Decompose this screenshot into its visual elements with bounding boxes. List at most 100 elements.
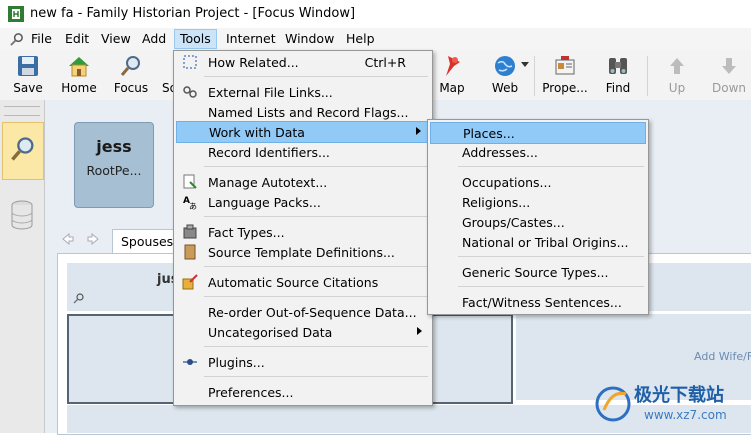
plugin-icon: [183, 359, 197, 365]
menu-item-places[interactable]: Places...: [430, 122, 646, 144]
submenu-arrow-icon: [417, 327, 422, 335]
menu-item-religions[interactable]: Religions...: [430, 192, 646, 212]
link-icon: [183, 86, 197, 98]
floppy-disk-icon: [18, 56, 38, 76]
person-card[interactable]: jess RootPe...: [74, 122, 154, 208]
home-label: Home: [61, 81, 97, 95]
web-label: Web: [491, 81, 519, 95]
template-icon: [184, 244, 196, 260]
menu-tools[interactable]: Tools: [174, 29, 217, 49]
tab-spouses[interactable]: Spouses: [112, 229, 178, 254]
web-button[interactable]: Web: [479, 50, 531, 100]
menu-file[interactable]: File: [26, 30, 57, 48]
menu-item-record-identifiers[interactable]: Record Identifiers...: [176, 142, 430, 162]
menu-item-label: Automatic Source Citations: [208, 275, 379, 290]
menu-item-language-packs[interactable]: Aあ Language Packs...: [176, 192, 430, 212]
menu-item-named-lists[interactable]: Named Lists and Record Flags...: [176, 102, 430, 122]
menu-item-reorder-data[interactable]: Re-order Out-of-Sequence Data...: [176, 302, 430, 322]
menu-item-uncategorised-data[interactable]: Uncategorised Data: [176, 322, 430, 342]
focus-label: Focus: [113, 81, 149, 95]
sidebar-item-focus[interactable]: [2, 122, 44, 180]
up-button[interactable]: Up: [651, 50, 703, 100]
menu-item-manage-autotext[interactable]: Manage Autotext...: [176, 172, 430, 192]
up-label: Up: [668, 81, 686, 95]
menu-item-label: Generic Source Types...: [462, 265, 609, 280]
menu-item-origins[interactable]: National or Tribal Origins...: [430, 232, 646, 252]
menu-item-label: Groups/Castes...: [462, 215, 565, 230]
tab-spouses-label: Spouses: [121, 234, 174, 249]
chevron-down-icon[interactable]: [521, 62, 529, 68]
menu-item-label: Occupations...: [462, 175, 552, 190]
back-arrow-icon[interactable]: [62, 233, 74, 245]
search-icon[interactable]: [9, 32, 24, 47]
menu-item-occupations[interactable]: Occupations...: [430, 172, 646, 192]
menu-item-label: Fact/Witness Sentences...: [462, 295, 622, 310]
autotext-icon: [183, 174, 197, 189]
menu-item-work-with-data[interactable]: Work with Data: [176, 121, 430, 143]
home-button[interactable]: Home: [53, 50, 105, 100]
properties-button[interactable]: Prope...: [539, 50, 591, 100]
down-label: Down: [711, 81, 746, 95]
forward-arrow-icon[interactable]: [87, 233, 99, 245]
menu-view[interactable]: View: [96, 30, 136, 48]
menu-item-label: Re-order Out-of-Sequence Data...: [208, 305, 417, 320]
watermark-url: www.xz7.com: [644, 408, 727, 422]
menu-item-fact-types[interactable]: Fact Types...: [176, 222, 430, 242]
menu-item-label: Work with Data: [209, 125, 305, 140]
menu-item-automatic-source-citations[interactable]: Automatic Source Citations: [176, 272, 430, 292]
properties-label: Prope...: [542, 81, 588, 95]
map-button[interactable]: Map: [426, 50, 478, 100]
menu-item-label: Uncategorised Data: [208, 325, 333, 340]
menu-item-label: Fact Types...: [208, 225, 285, 240]
left-sidebar: [0, 100, 45, 433]
magnifier-icon: [120, 56, 140, 76]
title-bar: new fa - Family Historian Project - [Foc…: [0, 0, 751, 28]
person-name: jess: [96, 137, 132, 156]
menu-item-addresses[interactable]: Addresses...: [430, 142, 646, 162]
menu-item-source-templates[interactable]: Source Template Definitions...: [176, 242, 430, 262]
menu-separator: [204, 216, 428, 217]
menu-edit[interactable]: Edit: [60, 30, 94, 48]
down-button[interactable]: Down: [703, 50, 751, 100]
save-button[interactable]: Save: [2, 50, 54, 100]
save-label: Save: [13, 81, 43, 95]
menu-item-how-related[interactable]: How Related... Ctrl+R: [176, 52, 430, 72]
menu-item-shortcut: Ctrl+R: [364, 55, 406, 70]
menu-item-generic-source-types[interactable]: Generic Source Types...: [430, 262, 646, 282]
menu-item-preferences[interactable]: Preferences...: [176, 382, 430, 402]
menu-window[interactable]: Window: [280, 30, 339, 48]
menu-item-groups-castes[interactable]: Groups/Castes...: [430, 212, 646, 232]
menu-separator: [204, 346, 428, 347]
find-button[interactable]: Find: [592, 50, 644, 100]
dotted-box-icon: [183, 55, 197, 69]
menu-item-label: Source Template Definitions...: [208, 245, 395, 260]
map-pin-icon: [446, 56, 460, 76]
app-icon: [8, 6, 24, 22]
menu-internet[interactable]: Internet: [221, 30, 281, 48]
menu-item-label: Manage Autotext...: [208, 175, 328, 190]
so-button[interactable]: So: [152, 50, 177, 100]
menu-item-fact-witness-sentences[interactable]: Fact/Witness Sentences...: [430, 292, 646, 312]
database-icon[interactable]: [10, 200, 34, 230]
menu-bar: File Edit View Add Tools Internet Window…: [0, 28, 751, 50]
menu-add[interactable]: Add: [137, 30, 171, 48]
find-label: Find: [605, 81, 631, 95]
menu-separator: [204, 76, 428, 77]
menu-item-label: How Related...: [208, 55, 299, 70]
window-title: new fa - Family Historian Project - [Foc…: [30, 6, 356, 21]
focus-button[interactable]: Focus: [105, 50, 157, 100]
menu-help[interactable]: Help: [341, 30, 380, 48]
person-role: RootPe...: [86, 163, 142, 178]
menu-separator: [458, 166, 644, 167]
menu-item-external-file-links[interactable]: External File Links...: [176, 82, 430, 102]
citation-icon: [182, 274, 198, 290]
menu-item-label: Record Identifiers...: [208, 145, 330, 160]
menu-item-plugins[interactable]: Plugins...: [176, 352, 430, 372]
magnifier-icon[interactable]: [73, 292, 85, 304]
add-wife-link[interactable]: Add Wife/F: [694, 350, 751, 363]
watermark: 极光下载站 www.xz7.com: [592, 378, 751, 433]
sidebar-grip[interactable]: [4, 106, 40, 116]
properties-icon: [555, 56, 575, 75]
menu-separator: [458, 286, 644, 287]
svg-text:あ: あ: [189, 202, 197, 210]
